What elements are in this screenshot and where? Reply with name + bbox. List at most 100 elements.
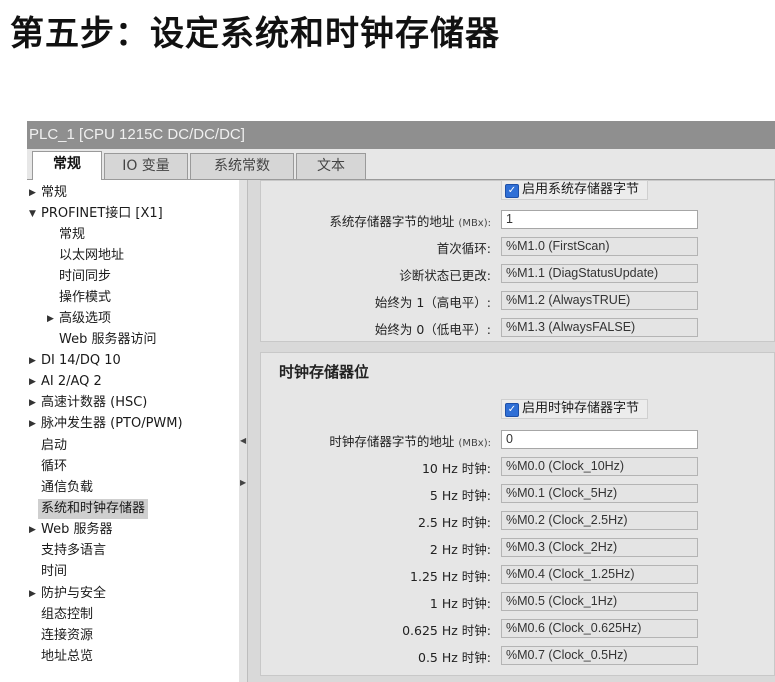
expand-arrow-icon[interactable]: ▶ (29, 414, 36, 434)
tree-item-label: Web 服务器访问 (59, 332, 157, 347)
clock-10hz-label: 10 Hz 时钟: (421, 461, 491, 476)
clock-0-625hz-label: 0.625 Hz 时钟: (402, 623, 491, 638)
system-memory-address-input[interactable]: 1 (501, 210, 698, 229)
tree-item-profinet-general[interactable]: 常规 (59, 225, 85, 245)
tree-item-label: 常规 (41, 185, 68, 200)
system-memory-panel: ✓ 启用系统存储器字节 系统存储器字节的地址 (MBx): 1 首次循环: %M… (260, 180, 775, 342)
tree-item-di-dq[interactable]: ▶ DI 14/DQ 10 (29, 351, 121, 371)
tree-item-advanced-options[interactable]: ▶ 高级选项 (47, 309, 112, 329)
tree-item-profinet[interactable]: ▼ PROFINET接口 [X1] (29, 204, 163, 224)
tab-general[interactable]: 常规 (32, 151, 102, 180)
enable-system-memory-checkbox[interactable]: ✓ 启用系统存储器字节 (501, 180, 648, 200)
checkmark-icon: ✓ (505, 184, 519, 198)
expand-arrow-icon[interactable]: ▶ (29, 351, 36, 371)
tree-item-label: PROFINET接口 [X1] (41, 206, 163, 221)
clock-2-5hz-field: %M0.2 (Clock_2.5Hz) (501, 511, 698, 530)
clock-memory-section-title: 时钟存储器位 (279, 363, 370, 381)
expand-arrow-icon[interactable]: ▶ (29, 372, 36, 392)
tree-item-label: 脉冲发生器 (PTO/PWM) (41, 416, 183, 431)
clock-2hz-field: %M0.3 (Clock_2Hz) (501, 538, 698, 557)
diag-status-label: 诊断状态已更改: (399, 268, 491, 283)
tree-item-system-clock-memory[interactable]: 系统和时钟存储器 (38, 499, 149, 519)
collapse-left-icon[interactable]: ◀ (240, 436, 246, 445)
tree-item-time[interactable]: 时间 (41, 562, 67, 582)
enable-clock-memory-checkbox[interactable]: ✓ 启用时钟存储器字节 (501, 399, 648, 419)
tree-item-config-control[interactable]: 组态控制 (41, 605, 93, 625)
tree-item-label: 操作模式 (59, 290, 112, 305)
diag-status-field: %M1.1 (DiagStatusUpdate) (501, 264, 698, 283)
tree-item-address-overview[interactable]: 地址总览 (41, 647, 93, 667)
properties-window: PLC_1 [CPU 1215C DC/DC/DC] 常规 IO 变量 系统常数… (27, 121, 775, 682)
always-false-field: %M1.3 (AlwaysFALSE) (501, 318, 698, 337)
label-text: 系统存储器字节的地址 (329, 214, 455, 229)
tree-item-ai-aq[interactable]: ▶ AI 2/AQ 2 (29, 372, 102, 392)
expand-arrow-icon[interactable]: ▶ (29, 584, 36, 604)
tree-item-label: 时间 (41, 564, 68, 579)
clock-0-5hz-field: %M0.7 (Clock_0.5Hz) (501, 646, 698, 665)
settings-content: ✓ 启用系统存储器字节 系统存储器字节的地址 (MBx): 1 首次循环: %M… (248, 180, 775, 682)
tree-item-label: 循环 (41, 459, 68, 474)
clock-5hz-label: 5 Hz 时钟: (429, 488, 491, 503)
tree-item-startup[interactable]: 启动 (41, 436, 67, 456)
slide-title: 第五步：设定系统和时钟存储器 (10, 14, 500, 54)
tree-item-web-server-access[interactable]: Web 服务器访问 (59, 330, 156, 350)
clock-1hz-field: %M0.5 (Clock_1Hz) (501, 592, 698, 611)
expand-arrow-icon[interactable]: ▶ (29, 393, 36, 413)
tree-item-label: Web 服务器 (41, 522, 113, 537)
navigation-tree: ▶ 常规 ▼ PROFINET接口 [X1] 常规 以太网地址 时间同步 操作模式 … (27, 180, 240, 682)
collapse-arrow-icon[interactable]: ▼ (29, 204, 36, 224)
expand-right-icon[interactable]: ▶ (240, 478, 246, 487)
clock-memory-panel: 时钟存储器位 ✓ 启用时钟存储器字节 时钟存储器字节的地址 (MBx): 0 1… (260, 352, 775, 676)
always-false-label: 始终为 0（低电平）: (374, 322, 491, 337)
expand-arrow-icon[interactable]: ▶ (29, 183, 36, 203)
tree-item-operating-mode[interactable]: 操作模式 (59, 288, 111, 308)
tree-item-label: 组态控制 (41, 607, 94, 622)
tree-item-label: 高级选项 (59, 311, 112, 326)
tab-system-constants[interactable]: 系统常数 (190, 153, 294, 179)
unit-text: (MBx): (458, 218, 491, 229)
tree-item-label: DI 14/DQ 10 (41, 353, 121, 368)
tree-item-connection-resources[interactable]: 连接资源 (41, 626, 93, 646)
expand-arrow-icon[interactable]: ▶ (29, 520, 36, 540)
tab-bar: 常规 IO 变量 系统常数 文本 (27, 149, 775, 180)
checkbox-label: 启用时钟存储器字节 (522, 401, 640, 416)
clock-memory-address-input[interactable]: 0 (501, 430, 698, 449)
first-scan-label: 首次循环: (436, 241, 491, 256)
tree-item-comm-load[interactable]: 通信负载 (41, 478, 93, 498)
always-true-label: 始终为 1（高电平）: (374, 295, 491, 310)
tree-item-hsc[interactable]: ▶ 高速计数器 (HSC) (29, 393, 148, 413)
tree-item-label: 高速计数器 (HSC) (41, 395, 148, 410)
tree-item-general[interactable]: ▶ 常规 (29, 183, 68, 203)
tree-item-label: 防护与安全 (41, 586, 107, 601)
tree-item-label: 常规 (59, 227, 86, 242)
tree-item-pulse-generator[interactable]: ▶ 脉冲发生器 (PTO/PWM) (29, 414, 183, 434)
tab-texts[interactable]: 文本 (296, 153, 366, 179)
panel-splitter[interactable]: ◀ ▶ (239, 180, 248, 682)
tree-item-cycle[interactable]: 循环 (41, 457, 67, 477)
tree-item-label: 时间同步 (59, 269, 112, 284)
clock-2-5hz-label: 2.5 Hz 时钟: (418, 515, 491, 530)
unit-text: (MBx): (458, 438, 491, 449)
tree-item-label: 以太网地址 (59, 248, 125, 263)
tree-item-label: 启动 (41, 438, 68, 453)
window-title: PLC_1 [CPU 1215C DC/DC/DC] (27, 121, 775, 149)
tree-item-label: 通信负载 (41, 480, 94, 495)
tree-item-label: 支持多语言 (41, 543, 107, 558)
clock-1-25hz-label: 1.25 Hz 时钟: (410, 569, 491, 584)
first-scan-field: %M1.0 (FirstScan) (501, 237, 698, 256)
tree-item-web-server[interactable]: ▶ Web 服务器 (29, 520, 113, 540)
clock-2hz-label: 2 Hz 时钟: (429, 542, 491, 557)
expand-arrow-icon[interactable]: ▶ (47, 309, 54, 329)
clock-5hz-field: %M0.1 (Clock_5Hz) (501, 484, 698, 503)
always-true-field: %M1.2 (AlwaysTRUE) (501, 291, 698, 310)
tree-item-label: 连接资源 (41, 628, 94, 643)
tree-item-ethernet-address[interactable]: 以太网地址 (59, 246, 124, 266)
clock-1hz-label: 1 Hz 时钟: (429, 596, 491, 611)
clock-0-5hz-label: 0.5 Hz 时钟: (418, 650, 491, 665)
tree-item-time-sync[interactable]: 时间同步 (59, 267, 111, 287)
tree-item-multilingual[interactable]: 支持多语言 (41, 541, 106, 561)
clock-1-25hz-field: %M0.4 (Clock_1.25Hz) (501, 565, 698, 584)
checkmark-icon: ✓ (505, 403, 519, 417)
tree-item-protection-security[interactable]: ▶ 防护与安全 (29, 584, 107, 604)
tab-io-tags[interactable]: IO 变量 (104, 153, 188, 179)
